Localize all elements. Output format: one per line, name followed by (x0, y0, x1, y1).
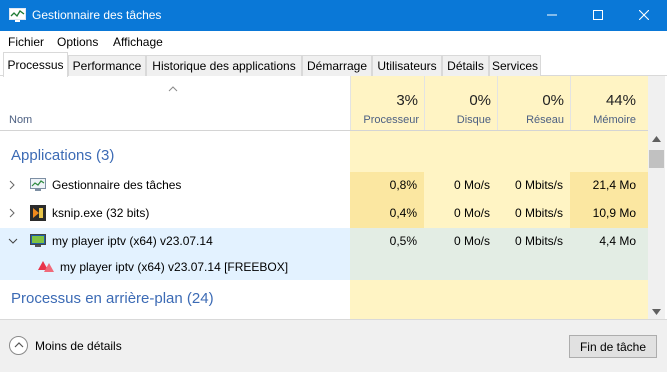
tab-performance[interactable]: Performance (68, 55, 146, 76)
memory-value: 21,4 Mo (592, 178, 636, 192)
tab-historique[interactable]: Historique des applications (146, 55, 302, 76)
player-icon (30, 234, 46, 247)
freebox-icon (38, 261, 54, 272)
column-header-disk[interactable]: Disque (424, 114, 491, 126)
close-button[interactable] (621, 0, 667, 31)
vertical-scrollbar[interactable] (648, 76, 665, 319)
title-bar[interactable]: Gestionnaire des tâches (0, 0, 667, 31)
window-title: Gestionnaire des tâches (32, 8, 162, 22)
menu-options[interactable]: Options (57, 35, 98, 49)
minimize-button[interactable] (529, 0, 575, 31)
fewer-details-label: Moins de détails (35, 339, 122, 353)
maximize-icon (593, 10, 603, 20)
network-value: 0 Mbits/s (514, 178, 563, 192)
cpu-value: 0,5% (389, 234, 417, 248)
column-header-memory[interactable]: Mémoire (570, 114, 636, 126)
network-value: 0 Mbits/s (514, 206, 563, 220)
task-manager-icon (9, 8, 26, 22)
tab-utilisateurs[interactable]: Utilisateurs (372, 55, 442, 76)
disk-percent: 0% (469, 92, 491, 109)
scroll-up-icon[interactable] (652, 136, 661, 142)
process-name: ksnip.exe (32 bits) (52, 206, 150, 220)
memory-value: 4,4 Mo (599, 234, 636, 248)
column-header-cpu[interactable]: Processeur (350, 114, 419, 126)
task-manager-icon (30, 178, 46, 191)
disk-value: 0 Mo/s (453, 178, 490, 192)
memory-value: 10,9 Mo (592, 206, 636, 220)
disk-column-bg (424, 76, 497, 319)
network-value: 0 Mbits/s (514, 234, 563, 248)
tab-strip: Processus Performance Historique des app… (0, 52, 667, 77)
chevron-down-icon[interactable] (8, 238, 18, 244)
menu-affichage[interactable]: Affichage (113, 35, 163, 49)
process-name: my player iptv (x64) v23.07.14 (52, 234, 213, 248)
footer-bar: Moins de détails Fin de tâche (0, 319, 667, 372)
disk-value: 0 Mo/s (453, 206, 490, 220)
cpu-value: 0,4% (389, 206, 417, 220)
ksnip-icon (30, 205, 46, 221)
column-header-network[interactable]: Réseau (497, 114, 564, 126)
chevron-up-icon (14, 342, 24, 348)
process-table: Nom 3% Processeur 0% Disque 0% Réseau 44… (0, 76, 667, 319)
fewer-details-button[interactable]: Moins de détails (9, 336, 139, 356)
memory-percent: 44% (605, 92, 636, 109)
maximize-button[interactable] (575, 0, 621, 31)
tab-services[interactable]: Services (489, 55, 541, 76)
tab-processus[interactable]: Processus (3, 52, 68, 77)
network-column-bg (497, 76, 570, 319)
chevron-right-icon[interactable] (9, 208, 15, 218)
disk-value: 0 Mo/s (453, 234, 490, 248)
scrollbar-thumb[interactable] (649, 150, 664, 168)
group-background-processes[interactable]: Processus en arrière-plan (24) (11, 290, 214, 307)
header-divider (0, 130, 648, 131)
minimize-icon (547, 14, 557, 16)
tab-details[interactable]: Détails (442, 55, 489, 76)
tab-demarrage[interactable]: Démarrage (302, 55, 372, 76)
chevron-right-icon[interactable] (9, 180, 15, 190)
end-task-button[interactable]: Fin de tâche (569, 335, 657, 358)
process-name: my player iptv (x64) v23.07.14 [FREEBOX] (60, 260, 289, 274)
column-header-name[interactable]: Nom (9, 114, 32, 126)
group-applications[interactable]: Applications (3) (11, 147, 114, 164)
process-name: Gestionnaire des tâches (52, 178, 182, 192)
cpu-percent: 3% (396, 92, 418, 109)
collapse-circle-icon (9, 336, 28, 355)
menu-bar: Fichier Options Affichage (0, 31, 667, 52)
menu-fichier[interactable]: Fichier (8, 35, 44, 49)
sort-ascending-icon[interactable] (168, 86, 178, 92)
network-percent: 0% (542, 92, 564, 109)
scroll-down-icon[interactable] (652, 309, 661, 315)
close-icon (639, 10, 649, 20)
cpu-value: 0,8% (389, 178, 417, 192)
